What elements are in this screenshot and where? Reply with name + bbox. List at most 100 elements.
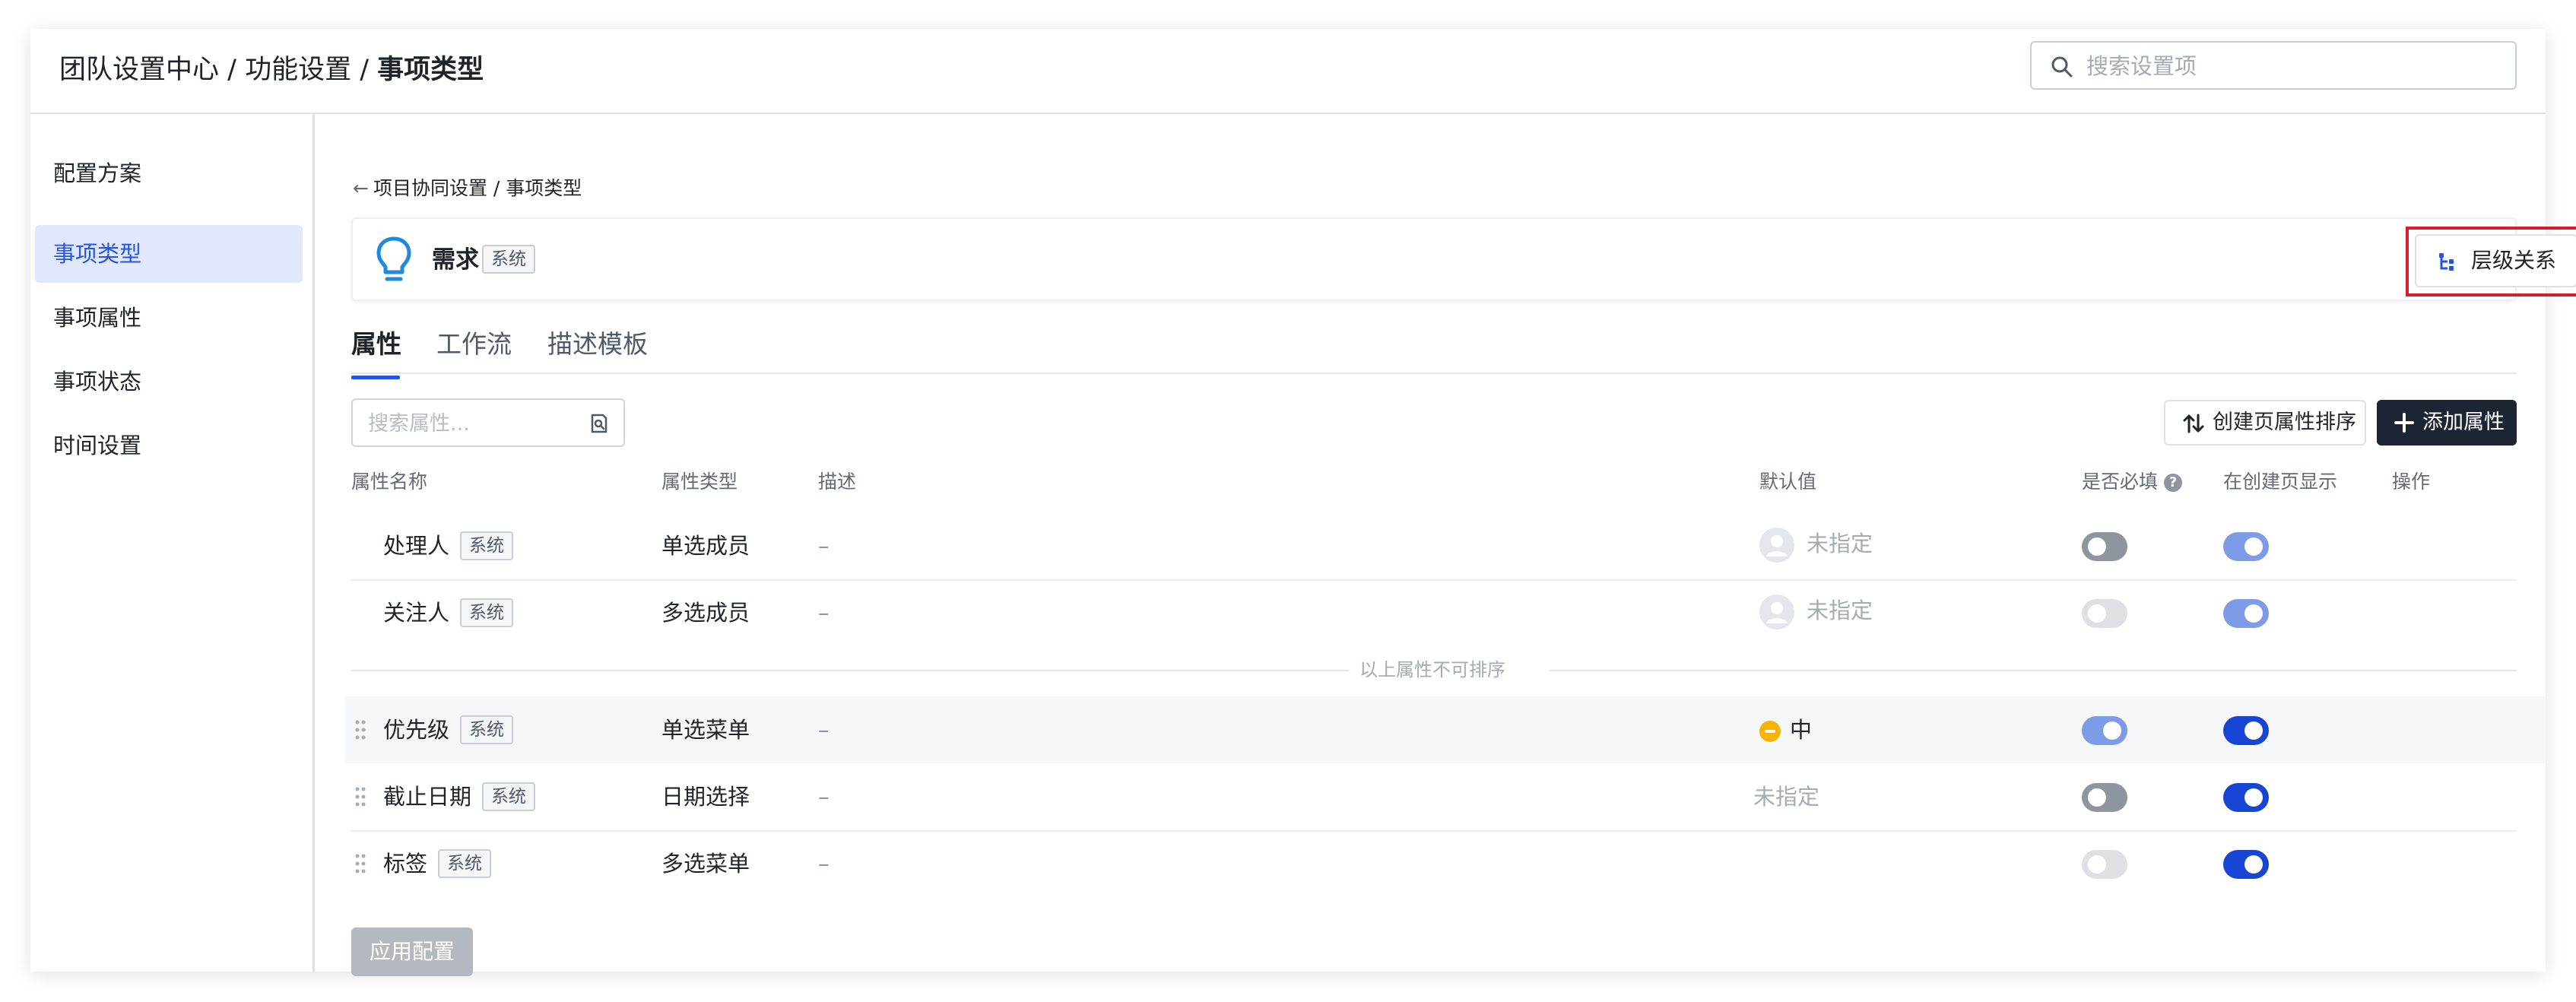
apply-config-button[interactable]: 应用配置 — [351, 927, 473, 976]
lightbulb-icon — [376, 236, 411, 281]
attribute-search-input[interactable] — [368, 406, 573, 441]
attribute-name: 标签 — [383, 851, 428, 877]
attribute-name-cell: 标签 系统 — [383, 848, 492, 879]
required-toggle[interactable] — [2082, 716, 2127, 745]
system-tag: 系统 — [482, 782, 536, 811]
create-page-sort-button[interactable]: 创建页属性排序 — [2164, 400, 2366, 446]
tab-workflow[interactable]: 工作流 — [436, 325, 512, 363]
default-value-text: 中 — [1790, 717, 1813, 743]
required-toggle[interactable] — [2082, 532, 2127, 561]
show-on-create-toggle[interactable] — [2223, 850, 2269, 879]
hierarchy-button-label: 层级关系 — [2471, 248, 2557, 273]
help-icon[interactable]: ? — [2164, 474, 2183, 492]
default-value[interactable]: 未指定 — [1753, 782, 1819, 812]
attribute-type: 多选成员 — [661, 600, 750, 626]
sidebar-item-item-attributes[interactable]: 事项属性 — [35, 289, 303, 347]
attribute-name: 优先级 — [383, 717, 450, 743]
add-attribute-button[interactable]: 添加属性 — [2377, 400, 2517, 446]
attribute-type: 单选菜单 — [661, 717, 750, 743]
sort-icon — [2183, 414, 2204, 433]
default-value[interactable]: 未指定 — [1759, 595, 1873, 629]
required-toggle[interactable] — [2082, 783, 2127, 812]
sort-button-label: 创建页属性排序 — [2213, 411, 2356, 434]
attribute-name-cell: 处理人 系统 — [383, 531, 514, 561]
default-value-text: 未指定 — [1807, 598, 1873, 623]
plus-icon — [2394, 413, 2414, 433]
attribute-name-cell: 关注人 系统 — [383, 598, 514, 628]
sidebar: 配置方案 事项类型 事项属性 事项状态 时间设置 — [30, 114, 315, 972]
table-row[interactable]: 优先级 系统 单选菜单 – 中 — [345, 696, 2546, 763]
column-header-type: 属性类型 — [661, 471, 738, 493]
attribute-description: – — [818, 717, 830, 743]
hierarchy-icon — [2439, 253, 2454, 271]
sidebar-item-time-settings[interactable]: 时间设置 — [35, 417, 303, 474]
column-header-show-on-create: 在创建页显示 — [2223, 471, 2338, 493]
drag-handle-icon[interactable] — [354, 718, 366, 742]
column-header-required: 是否必填? — [2082, 468, 2183, 496]
required-toggle — [2082, 599, 2127, 628]
sortable-divider-line — [351, 670, 1349, 671]
attribute-type: 日期选择 — [661, 784, 750, 810]
attribute-name: 处理人 — [383, 533, 450, 559]
user-avatar-icon — [1759, 528, 1794, 563]
breadcrumb-separator: / — [219, 55, 246, 85]
default-value[interactable]: 中 — [1759, 715, 1812, 745]
search-doc-icon — [591, 414, 608, 433]
system-tag: 系统 — [438, 849, 492, 878]
table-row: 关注人 系统 多选成员 – 未指定 — [345, 579, 2546, 646]
attribute-description: – — [818, 851, 830, 877]
default-value[interactable]: 未指定 — [1759, 528, 1873, 563]
item-type-name: 需求 — [432, 246, 479, 274]
drag-handle-icon[interactable] — [354, 851, 366, 876]
settings-search-input[interactable] — [2086, 49, 2497, 84]
column-header-name: 属性名称 — [351, 471, 428, 493]
breadcrumb-item-current: 事项类型 — [377, 55, 484, 85]
attribute-type: 多选菜单 — [661, 851, 750, 877]
show-on-create-toggle[interactable] — [2223, 716, 2269, 745]
system-tag: 系统 — [482, 245, 535, 274]
column-header-description: 描述 — [818, 471, 857, 493]
table-row[interactable]: 标签 系统 多选菜单 – — [345, 830, 2546, 897]
show-on-create-toggle — [2223, 599, 2269, 628]
settings-search-box[interactable] — [2030, 41, 2517, 90]
attribute-search-box[interactable] — [351, 398, 625, 447]
arrow-left-icon: ← — [353, 177, 369, 199]
show-on-create-toggle[interactable] — [2223, 783, 2269, 812]
tab-attributes[interactable]: 属性 — [351, 325, 401, 379]
column-header-actions: 操作 — [2392, 471, 2431, 493]
attribute-type: 单选成员 — [661, 533, 750, 559]
priority-medium-icon — [1759, 721, 1781, 742]
add-attribute-label: 添加属性 — [2422, 411, 2505, 434]
sidebar-item-config-plan[interactable]: 配置方案 — [35, 144, 303, 202]
drag-handle-icon[interactable] — [354, 785, 366, 809]
column-header-required-label: 是否必填 — [2082, 471, 2159, 493]
page-header: 团队设置中心 / 功能设置 / 事项类型 — [30, 29, 2546, 114]
breadcrumb-item-team-settings[interactable]: 团队设置中心 — [59, 55, 219, 85]
attribute-name-cell: 截止日期 系统 — [383, 782, 536, 812]
attribute-description: – — [818, 533, 830, 559]
system-tag: 系统 — [460, 715, 514, 744]
system-tag: 系统 — [460, 598, 514, 627]
column-header-default: 默认值 — [1759, 471, 1817, 493]
app-window: 团队设置中心 / 功能设置 / 事项类型 配置方案 事项类型 事项属性 事项状态… — [30, 29, 2576, 976]
tab-bar: 属性 工作流 描述模板 — [351, 319, 2517, 379]
back-link-label: 项目协同设置 / 事项类型 — [373, 177, 582, 199]
user-avatar-icon — [1759, 595, 1794, 629]
back-link[interactable]: ← 项目协同设置 / 事项类型 — [353, 175, 582, 202]
system-tag: 系统 — [460, 531, 514, 560]
breadcrumb: 团队设置中心 / 功能设置 / 事项类型 — [59, 50, 484, 90]
table-row: 处理人 系统 单选成员 – 未指定 — [345, 512, 2546, 579]
attribute-name: 截止日期 — [383, 784, 472, 810]
search-icon — [2051, 56, 2073, 78]
attribute-description: – — [818, 600, 830, 626]
table-row[interactable]: 截止日期 系统 日期选择 – 未指定 — [345, 763, 2546, 830]
breadcrumb-item-feature-settings[interactable]: 功能设置 — [245, 55, 351, 85]
required-toggle — [2082, 850, 2127, 879]
tab-description-template[interactable]: 描述模板 — [547, 325, 648, 363]
hierarchy-button[interactable]: 层级关系 — [2415, 234, 2576, 287]
sidebar-item-item-types[interactable]: 事项类型 — [35, 225, 303, 283]
sidebar-item-item-status[interactable]: 事项状态 — [35, 353, 303, 411]
attribute-name: 关注人 — [383, 600, 450, 626]
tab-active-indicator — [351, 376, 400, 379]
show-on-create-toggle — [2223, 532, 2269, 561]
